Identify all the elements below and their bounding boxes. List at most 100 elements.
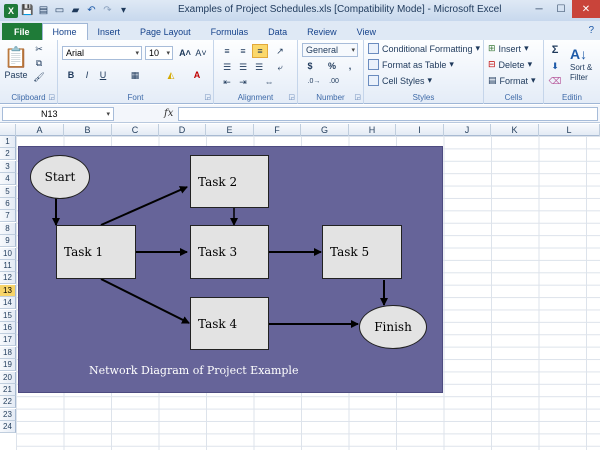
font-launcher-icon[interactable]: ◲ (204, 93, 211, 101)
clipboard-launcher-icon[interactable]: ◲ (48, 93, 55, 101)
row-header[interactable]: 16 (0, 322, 16, 334)
borders-icon[interactable]: ▦ (126, 68, 144, 82)
column-header[interactable]: H (349, 124, 396, 136)
tab-page-layout[interactable]: Page Layout (130, 23, 201, 40)
row-header[interactable]: 18 (0, 346, 16, 359)
row-header[interactable]: 10 (0, 247, 16, 260)
wrap-text-icon[interactable]: ⤶ (272, 60, 288, 74)
row-header[interactable]: 22 (0, 396, 16, 409)
close-icon[interactable]: ✕ (572, 0, 600, 18)
align-center-icon[interactable]: ☰ (236, 60, 250, 74)
format-cells-button[interactable]: ▤ Format ▾ (488, 75, 536, 86)
row-header[interactable]: 6 (0, 198, 16, 210)
format-painter-icon[interactable]: 🖌 (32, 71, 46, 83)
open-folder-icon[interactable]: ▰ (69, 4, 82, 17)
row-header[interactable]: 9 (0, 235, 16, 248)
node-task3[interactable]: Task 3 (190, 225, 269, 279)
underline-button[interactable]: U (96, 68, 110, 82)
conditional-formatting-button[interactable]: Conditional Formatting ▾ (368, 43, 480, 54)
formula-input[interactable] (178, 107, 598, 121)
insert-function-icon[interactable]: fx (164, 108, 173, 119)
save-icon[interactable]: 💾 (21, 4, 34, 17)
row-header[interactable]: 7 (0, 210, 16, 223)
tab-view[interactable]: View (347, 23, 386, 40)
node-task1[interactable]: Task 1 (56, 225, 136, 279)
align-bottom-icon[interactable]: ≡ (252, 44, 268, 58)
align-right-icon[interactable]: ☰ (252, 60, 266, 74)
orientation-icon[interactable]: ↗ (272, 44, 288, 58)
fill-icon[interactable]: ⬇ (548, 59, 562, 73)
tab-file[interactable]: File (2, 23, 42, 40)
tab-review[interactable]: Review (297, 23, 347, 40)
alignment-launcher-icon[interactable]: ◲ (288, 93, 295, 101)
row-header[interactable]: 12 (0, 272, 16, 285)
insert-cells-button[interactable]: ⊞ Insert ▾ (488, 43, 529, 54)
column-header[interactable]: I (396, 124, 444, 136)
column-header[interactable]: E (206, 124, 254, 136)
increase-indent-icon[interactable]: ⇥ (236, 76, 250, 88)
sort-filter-button[interactable]: A↓ Sort & Filter (570, 41, 600, 87)
font-name-combo[interactable]: Arial ▾ (62, 46, 142, 60)
currency-button[interactable]: $ (304, 60, 316, 72)
name-box[interactable]: N13 ▾ (2, 107, 114, 121)
align-left-icon[interactable]: ☰ (220, 60, 234, 74)
maximize-icon[interactable]: ☐ (550, 0, 572, 18)
help-icon[interactable]: ? (588, 25, 594, 36)
cell-styles-button[interactable]: Cell Styles ▾ (368, 75, 432, 86)
minimize-icon[interactable]: ─ (528, 0, 550, 18)
number-launcher-icon[interactable]: ◲ (354, 93, 361, 101)
new-file-icon[interactable]: ▭ (53, 4, 66, 17)
increase-font-icon[interactable]: A˄ (178, 46, 192, 60)
node-start[interactable]: Start (30, 155, 90, 199)
row-header[interactable]: 21 (0, 384, 16, 396)
row-header[interactable]: 1 (0, 136, 16, 148)
italic-button[interactable]: I (80, 68, 94, 82)
excel-logo-icon[interactable]: X (4, 3, 18, 18)
delete-cells-button[interactable]: ⊟ Delete ▾ (488, 59, 532, 70)
undo-icon[interactable]: ↶ (85, 4, 98, 17)
row-header[interactable]: 3 (0, 160, 16, 173)
row-header[interactable]: 24 (0, 421, 16, 434)
decrease-indent-icon[interactable]: ⇤ (220, 76, 234, 88)
merge-cells-icon[interactable]: ⇔ (254, 76, 284, 88)
tab-home[interactable]: Home (41, 23, 88, 40)
node-finish[interactable]: Finish (359, 305, 427, 349)
node-task2[interactable]: Task 2 (190, 155, 269, 208)
bold-button[interactable]: B (64, 68, 78, 82)
column-header[interactable]: A (16, 124, 64, 136)
row-header[interactable]: 2 (0, 148, 16, 161)
decrease-decimal-icon[interactable]: .00 (326, 75, 342, 87)
clear-icon[interactable]: ⌫ (548, 75, 562, 87)
row-header[interactable]: 4 (0, 173, 16, 186)
paste-button[interactable]: 📋 Paste (3, 42, 29, 82)
row-header[interactable]: 20 (0, 371, 16, 384)
customize-qat-icon[interactable]: ▾ (117, 4, 130, 17)
print-icon[interactable]: ▤ (37, 4, 50, 17)
font-size-combo[interactable]: 10 ▾ (145, 46, 173, 60)
number-format-combo[interactable]: General ▾ (302, 43, 358, 57)
tab-insert[interactable]: Insert (88, 23, 131, 40)
row-header[interactable]: 14 (0, 297, 16, 310)
decrease-font-icon[interactable]: A˅ (194, 46, 208, 60)
column-header[interactable]: F (254, 124, 301, 136)
column-header[interactable]: K (491, 124, 539, 136)
cut-icon[interactable]: ✂ (32, 43, 46, 55)
row-header[interactable]: 23 (0, 408, 16, 421)
select-all-corner[interactable] (0, 124, 16, 136)
fill-color-icon[interactable]: ◭ (162, 68, 180, 82)
row-header[interactable]: 8 (0, 222, 16, 235)
row-header[interactable]: 5 (0, 185, 16, 198)
column-header[interactable]: C (112, 124, 159, 136)
row-header-selected[interactable]: 13 (0, 284, 16, 297)
column-header[interactable]: L (539, 124, 600, 136)
column-header[interactable]: J (444, 124, 491, 136)
tab-data[interactable]: Data (258, 23, 297, 40)
autosum-button[interactable]: Σ (548, 43, 562, 57)
increase-decimal-icon[interactable]: .0→ (306, 75, 322, 87)
column-header[interactable]: B (64, 124, 112, 136)
redo-icon[interactable]: ↷ (101, 4, 114, 17)
node-task4[interactable]: Task 4 (190, 297, 269, 350)
column-header[interactable]: G (301, 124, 349, 136)
copy-icon[interactable]: ⧉ (32, 57, 46, 69)
column-header[interactable]: D (159, 124, 206, 136)
